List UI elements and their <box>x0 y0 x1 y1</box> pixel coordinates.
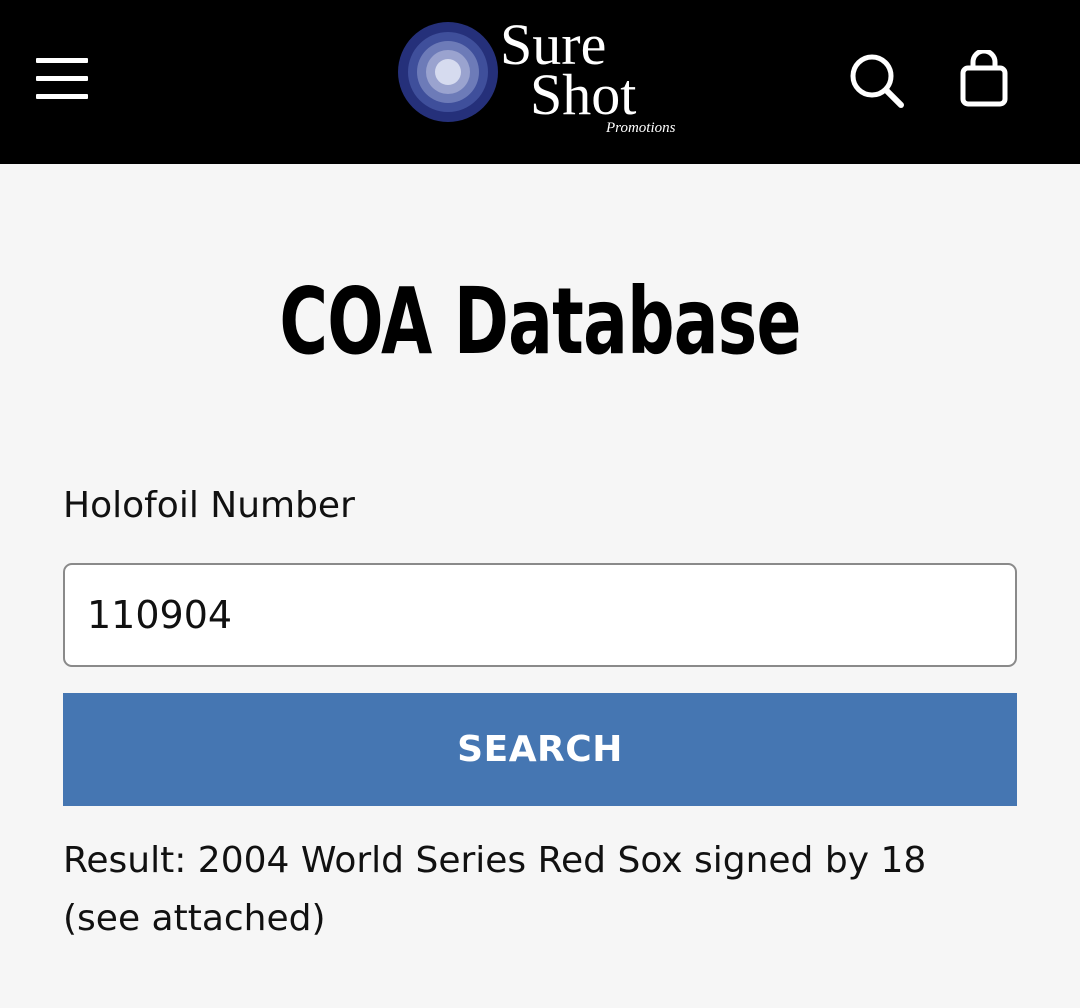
shopping-bag-icon <box>960 48 1008 107</box>
cart-button[interactable] <box>956 48 1012 112</box>
site-header: Sure Shot Promotions <box>0 0 1080 164</box>
site-logo[interactable]: Sure Shot Promotions <box>396 12 696 142</box>
search-icon <box>850 54 904 108</box>
menu-button[interactable] <box>36 56 90 104</box>
page-title: COA Database <box>279 268 801 375</box>
menu-icon <box>36 76 88 81</box>
header-search-button[interactable] <box>848 52 906 110</box>
search-button[interactable]: SEARCH <box>63 693 1017 806</box>
holofoil-number-input[interactable] <box>63 563 1017 667</box>
holofoil-number-label: Holofoil Number <box>63 485 355 526</box>
logo-mark: Sure Shot Promotions <box>398 12 676 136</box>
logo-tagline: Promotions <box>605 120 676 136</box>
search-result-text: Result: 2004 World Series Red Sox signed… <box>63 840 927 939</box>
logo-text-shot: Shot <box>530 62 636 127</box>
menu-icon <box>36 94 88 99</box>
menu-icon <box>36 58 88 63</box>
